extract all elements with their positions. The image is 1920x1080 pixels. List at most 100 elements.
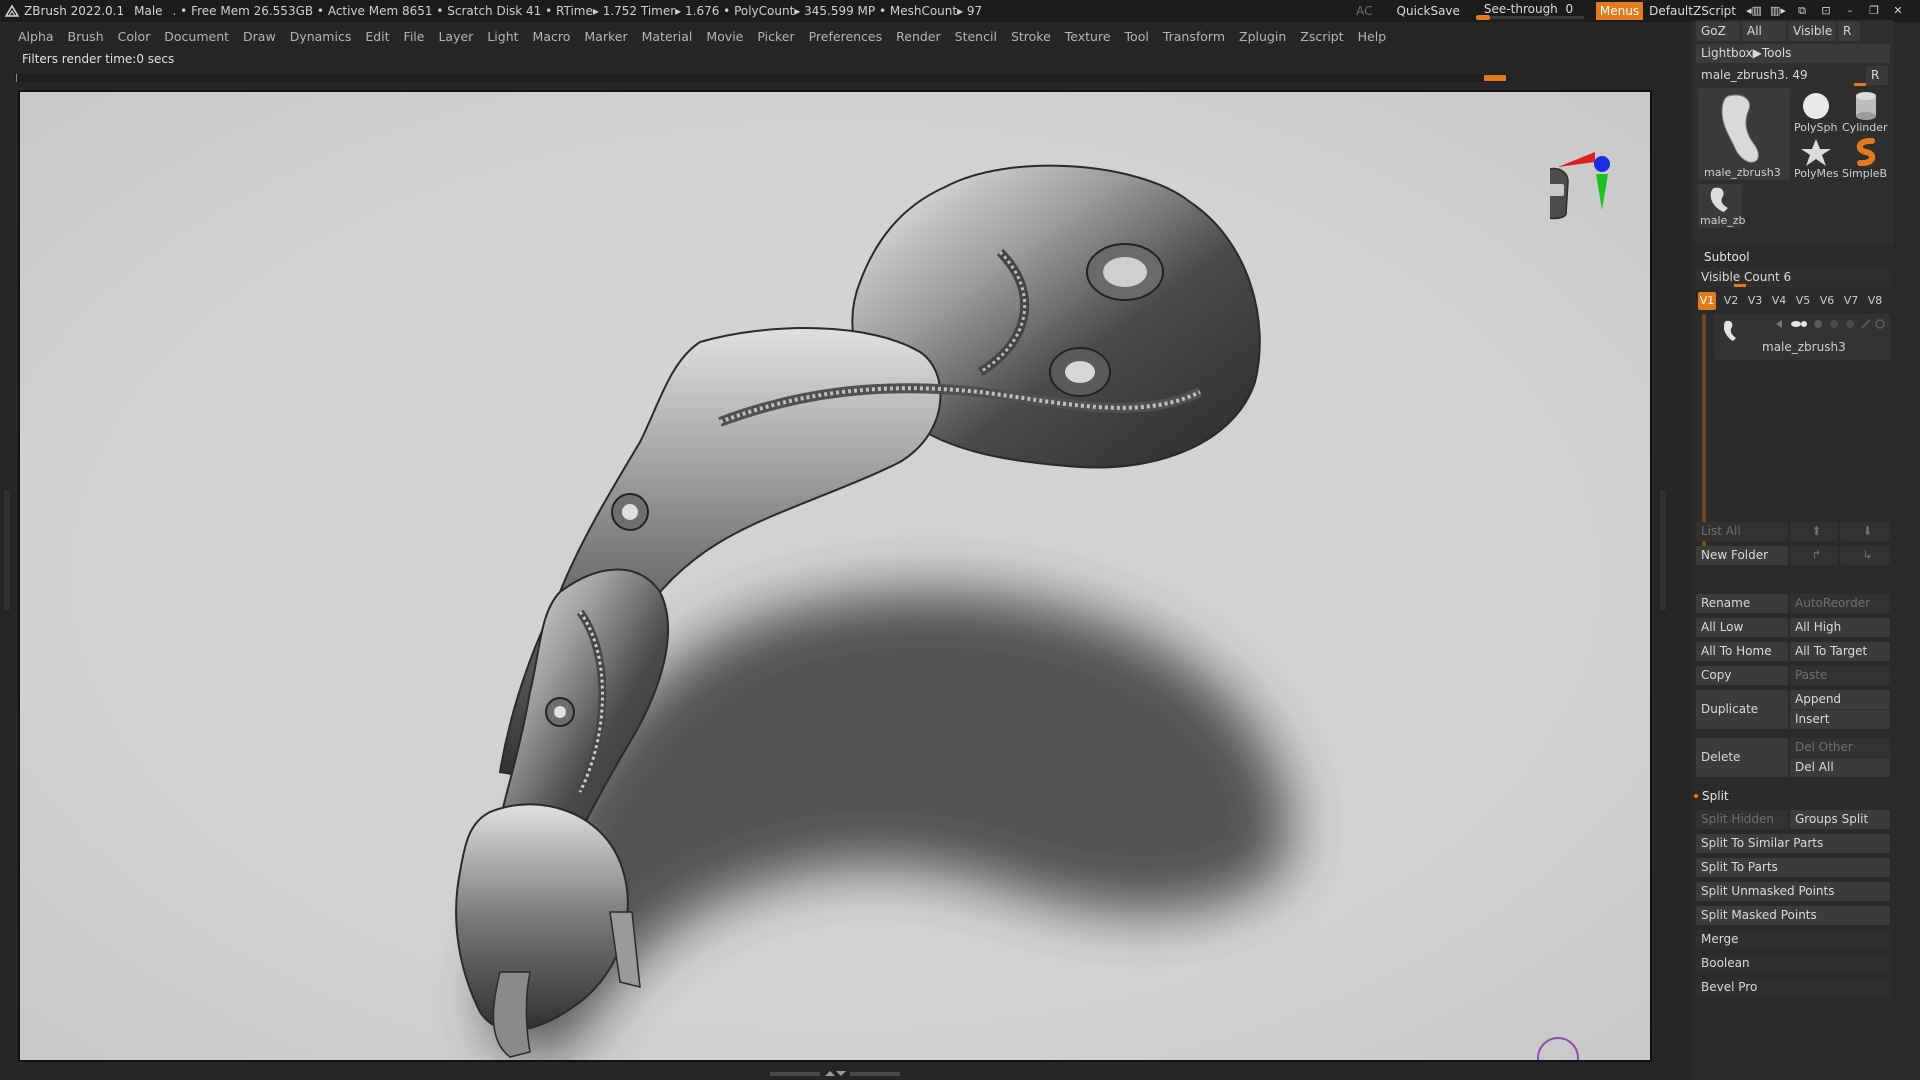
subtool-title[interactable]: Subtool [1704,250,1750,264]
menu-draw[interactable]: Draw [243,29,276,44]
restore-layout-icon[interactable]: ⊡ [1818,5,1834,17]
boolean-section[interactable]: Boolean [1696,954,1890,973]
menu-zplugin[interactable]: Zplugin [1239,29,1286,44]
minimize-icon[interactable]: – [1842,5,1858,17]
folder-move-button[interactable]: ↱ [1790,546,1838,565]
menu-texture[interactable]: Texture [1065,29,1111,44]
tool-thumb-polysphere[interactable]: PolySph [1792,90,1840,136]
folder-out-button[interactable]: ↳ [1840,546,1890,565]
menu-tool[interactable]: Tool [1125,29,1149,44]
tool-thumb-male-zb[interactable]: male_zb [1698,184,1746,228]
timeline-bar[interactable] [14,74,1506,82]
split-similar-parts-button[interactable]: Split To Similar Parts [1696,834,1890,853]
menu-alpha[interactable]: Alpha [18,29,54,44]
quicksave-button[interactable]: QuickSave [1397,4,1460,18]
split-section-header[interactable]: Split [1694,788,1890,806]
paste-button[interactable]: Paste [1790,666,1890,685]
menu-brush[interactable]: Brush [68,29,104,44]
version-v2[interactable]: V2 [1722,292,1740,310]
version-v1[interactable]: V1 [1698,292,1716,310]
visible-count-slider[interactable]: Visible Count 6 [1696,268,1890,287]
split-masked-button[interactable]: Split Masked Points [1696,906,1890,925]
document-canvas[interactable] [18,90,1652,1062]
current-tool-slider[interactable]: male_zbrush3. 49 [1696,66,1864,85]
orientation-gizmo-icon[interactable] [1550,122,1630,222]
menu-dynamics[interactable]: Dynamics [290,29,352,44]
tray-right-toggle-icon[interactable]: ▥▸ [1770,5,1786,17]
ac-indicator[interactable]: AC [1356,4,1372,18]
move-up-button[interactable]: ⬆ [1790,522,1838,541]
tool-thumb-simplebrush[interactable]: SimpleB [1840,136,1892,182]
layout-icon[interactable]: ⧉ [1794,5,1810,17]
lightbox-tools-button[interactable]: Lightbox▶Tools [1696,44,1890,63]
version-v4[interactable]: V4 [1770,292,1788,310]
del-other-button[interactable]: Del Other [1790,738,1890,757]
menu-transform[interactable]: Transform [1163,29,1225,44]
see-through-knob[interactable] [1475,15,1490,20]
menu-macro[interactable]: Macro [533,29,571,44]
menu-material[interactable]: Material [642,29,693,44]
goz-button[interactable]: GoZ [1696,22,1740,41]
tool-r-button[interactable]: R [1866,66,1888,85]
left-tray-handle[interactable] [4,490,10,610]
version-v3[interactable]: V3 [1746,292,1764,310]
new-folder-button[interactable]: New Folder [1696,546,1788,565]
del-all-button[interactable]: Del All [1790,758,1890,777]
see-through-slider[interactable]: See-through 0 [1475,1,1584,21]
menu-edit[interactable]: Edit [365,29,389,44]
split-unmasked-button[interactable]: Split Unmasked Points [1696,882,1890,901]
tool-slider-knob[interactable] [1854,83,1866,86]
delete-button[interactable]: Delete [1696,738,1788,777]
version-v6[interactable]: V6 [1818,292,1836,310]
append-button[interactable]: Append [1790,690,1890,709]
version-v7[interactable]: V7 [1842,292,1860,310]
visible-count-knob[interactable] [1734,284,1746,287]
menu-marker[interactable]: Marker [584,29,627,44]
menu-light[interactable]: Light [487,29,518,44]
goz-r-button[interactable]: R [1838,22,1860,41]
rename-button[interactable]: Rename [1696,594,1788,613]
right-tray-handle[interactable] [1660,490,1666,610]
version-v8[interactable]: V8 [1866,292,1884,310]
default-zscript-button[interactable]: DefaultZScript [1649,4,1736,18]
menu-help[interactable]: Help [1358,29,1387,44]
maximize-icon[interactable]: ❐ [1866,5,1882,17]
menu-stroke[interactable]: Stroke [1011,29,1051,44]
tool-thumb-polymesh[interactable]: PolyMes [1792,136,1840,182]
all-to-home-button[interactable]: All To Home [1696,642,1788,661]
goz-all-button[interactable]: All [1742,22,1786,41]
groups-split-button[interactable]: Groups Split [1790,810,1890,829]
menu-color[interactable]: Color [118,29,151,44]
menu-preferences[interactable]: Preferences [809,29,883,44]
bottom-tray-handle[interactable] [770,1070,900,1078]
version-v5[interactable]: V5 [1794,292,1812,310]
all-to-target-button[interactable]: All To Target [1790,642,1890,661]
menu-document[interactable]: Document [164,29,229,44]
move-down-button[interactable]: ⬇ [1840,522,1890,541]
tool-thumb-cylinder[interactable]: Cylinder [1840,90,1892,136]
menu-layer[interactable]: Layer [438,29,473,44]
all-high-button[interactable]: All High [1790,618,1890,637]
copy-button[interactable]: Copy [1696,666,1788,685]
menu-movie[interactable]: Movie [706,29,743,44]
duplicate-button[interactable]: Duplicate [1696,690,1788,729]
tray-left-toggle-icon[interactable]: ◂▥ [1746,5,1762,17]
menu-stencil[interactable]: Stencil [955,29,997,44]
all-low-button[interactable]: All Low [1696,618,1788,637]
split-hidden-button[interactable]: Split Hidden [1696,810,1788,829]
subtool-item[interactable]: male_zbrush3 [1714,314,1890,360]
auto-reorder-button[interactable]: AutoReorder [1790,594,1890,613]
merge-section[interactable]: Merge [1696,930,1890,949]
close-icon[interactable]: ✕ [1890,5,1906,17]
menu-zscript[interactable]: Zscript [1300,29,1343,44]
split-to-parts-button[interactable]: Split To Parts [1696,858,1890,877]
timeline-marker[interactable] [1484,75,1506,81]
list-all-button[interactable]: List All [1696,522,1788,541]
bevel-pro-section[interactable]: Bevel Pro [1696,978,1890,997]
menus-toggle-button[interactable]: Menus [1595,2,1644,20]
menu-picker[interactable]: Picker [757,29,794,44]
tool-thumb-male-zbrush3[interactable]: male_zbrush3 [1698,88,1790,180]
mech-arm-model[interactable] [20,92,1650,1060]
goz-visible-button[interactable]: Visible [1788,22,1836,41]
insert-button[interactable]: Insert [1790,710,1890,729]
